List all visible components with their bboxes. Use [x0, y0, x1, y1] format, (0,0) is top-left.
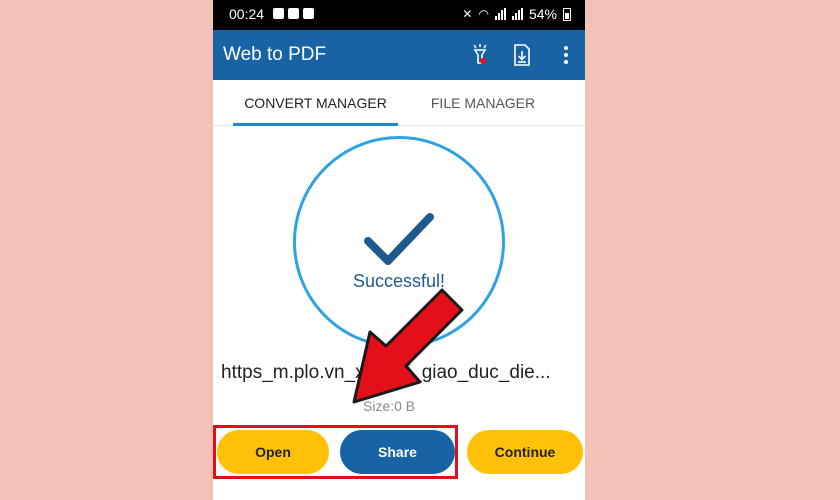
status-right: ✕ ◠ 54% [462, 6, 571, 22]
app-title: Web to PDF [223, 44, 327, 65]
status-bar: 00:24 ✕ ◠ 54% [213, 0, 585, 30]
battery-percent: 54% [528, 6, 557, 22]
app-bar: Web to PDF [213, 30, 585, 80]
signal-icon-2 [511, 8, 523, 20]
signal-icon [494, 8, 506, 20]
battery-icon [563, 7, 571, 21]
pointer-arrow-icon [352, 288, 464, 404]
download-file-icon[interactable] [509, 42, 535, 68]
tab-bar: CONVERT MANAGER FILE MANAGER [213, 80, 585, 126]
continue-button[interactable]: Continue [467, 430, 583, 474]
facebook-icon [288, 8, 299, 19]
mute-icon: ✕ [462, 7, 473, 21]
wifi-icon: ◠ [478, 7, 489, 21]
status-time: 00:24 [229, 6, 265, 22]
highlight-box [213, 425, 458, 479]
gallery-icon [273, 8, 284, 19]
tab-convert-manager[interactable]: CONVERT MANAGER [233, 80, 398, 126]
checkmark-icon [364, 213, 434, 265]
flashlight-icon[interactable] [467, 42, 493, 68]
screenshot-icon [303, 8, 314, 19]
notification-icons [273, 8, 314, 19]
tab-file-manager[interactable]: FILE MANAGER [413, 80, 553, 126]
more-vertical-icon[interactable] [553, 42, 579, 68]
